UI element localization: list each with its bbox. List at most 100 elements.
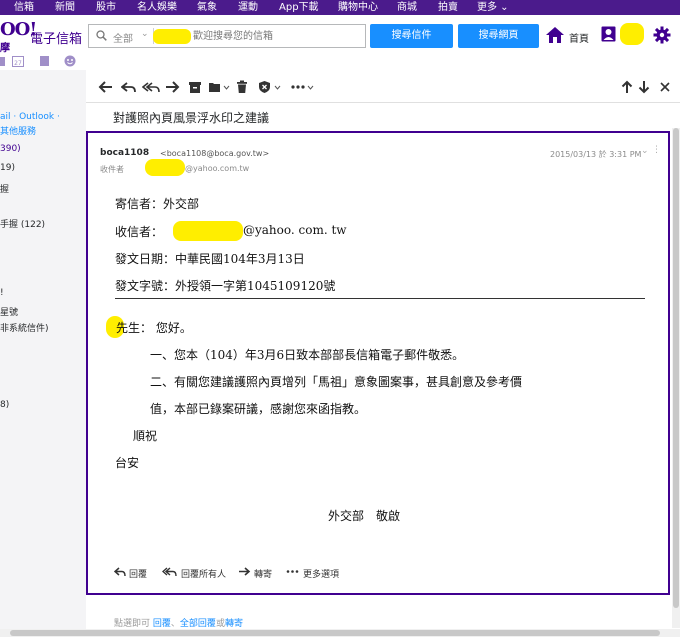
home-link[interactable]: 首頁 — [569, 30, 589, 45]
nav-item-celebrity[interactable]: 名人娛樂 — [137, 1, 177, 14]
archive-icon[interactable] — [188, 80, 202, 94]
nav-item-weather[interactable]: 氣象 — [197, 1, 217, 14]
spam-shield-icon[interactable] — [258, 80, 282, 94]
reply-all-label: 回覆所有人 — [181, 570, 227, 580]
vertical-scroll-thumb[interactable] — [673, 128, 679, 608]
reply-all-action[interactable]: 回覆所有人 — [162, 567, 226, 580]
next-message-icon[interactable] — [638, 80, 650, 94]
redaction-mark — [153, 29, 191, 44]
nav-item-sports[interactable]: 運動 — [238, 1, 258, 14]
hint-reply-link[interactable]: 回覆 — [153, 619, 171, 629]
letter-greeting: 先生： 您好。 — [116, 321, 192, 335]
letter-sender-line: 寄信者：外交部 — [115, 197, 200, 211]
vertical-scrollbar[interactable] — [672, 128, 680, 628]
message-more-icon[interactable]: ⋮ — [652, 145, 661, 155]
nav-item-news[interactable]: 新聞 — [55, 1, 75, 14]
sidebar-item-other-services[interactable]: 其他服務 — [0, 124, 36, 137]
message-toolbar — [86, 74, 680, 100]
sidebar-item-inbox-count[interactable]: 390) — [0, 144, 21, 154]
profile-icon[interactable] — [601, 26, 616, 42]
move-folder-icon[interactable] — [208, 80, 230, 94]
close-icon[interactable] — [659, 80, 671, 94]
recipient-label: 收件者 — [100, 165, 124, 174]
letter-signature: 外交部 敬啟 — [328, 509, 401, 523]
letter-recipient-label: 收信者： — [115, 225, 164, 239]
forward-icon — [239, 567, 251, 576]
forward-label: 轉寄 — [254, 570, 273, 580]
letter-date-line: 發文日期：中華民國104年3月13日 — [115, 252, 305, 266]
product-name: 電子信箱 — [30, 32, 83, 47]
search-input[interactable] — [193, 28, 361, 44]
more-options-icon — [286, 570, 299, 573]
nav-item-shopping[interactable]: 購物中心 — [338, 1, 378, 14]
nav-item-app-download[interactable]: App下載 — [279, 1, 319, 14]
sidebar-item-other-accounts[interactable]: ail · Outlook · — [0, 112, 60, 122]
top-nav-bar: 信箱 新聞 股市 名人娛樂 氣象 運動 App下載 購物中心 商城 拍賣 更多 … — [0, 0, 680, 15]
hint-forward-link[interactable]: 轉寄 — [225, 619, 243, 629]
sidebar-item-folder[interactable]: 8) — [0, 400, 9, 410]
letter-closing-2: 台安 — [115, 456, 140, 470]
back-icon[interactable] — [98, 80, 114, 94]
message-subject: 對護照內頁風景浮水印之建議 — [113, 111, 270, 125]
svg-text:27: 27 — [14, 60, 22, 67]
hint-prefix: 點選即可 — [114, 619, 151, 629]
sidebar-item-folder[interactable]: ! — [0, 288, 4, 298]
sidebar-item-non-system[interactable]: 非系統信件) — [0, 321, 49, 334]
search-web-button[interactable]: 搜尋網頁 — [458, 24, 539, 48]
search-icon — [96, 30, 107, 41]
forward-icon[interactable] — [164, 80, 180, 94]
more-options-icon[interactable] — [290, 80, 316, 94]
notepad-icon[interactable] — [39, 55, 50, 67]
sidebar-item-folder[interactable]: 握 — [0, 182, 9, 195]
sender-name[interactable]: boca1108 — [100, 148, 149, 158]
forward-action[interactable]: 轉寄 — [238, 567, 272, 580]
previous-message-icon[interactable] — [621, 80, 633, 94]
hint-reply-all-link[interactable]: 全部回覆 — [180, 619, 216, 629]
delete-icon[interactable] — [236, 80, 248, 94]
sidebar-item-folder[interactable]: 19) — [0, 163, 15, 173]
nav-item-auction[interactable]: 拍賣 — [438, 1, 458, 14]
mail-app-icon[interactable] — [0, 55, 6, 67]
search-box[interactable]: 全部 ⌄ — [88, 24, 366, 48]
more-options-action[interactable]: 更多選項 — [286, 567, 339, 580]
message-card: boca1108 <boca1108@boca.gov.tw> 收件者 @yah… — [86, 131, 670, 595]
sidebar-item-folder[interactable]: 手握 (122) — [0, 217, 45, 230]
search-mail-button[interactable]: 搜尋信件 — [370, 24, 453, 48]
sidebar-item-starred[interactable]: 星號 — [0, 305, 18, 318]
reply-all-icon — [162, 567, 177, 577]
expand-icon[interactable]: ⌄ — [641, 146, 649, 156]
sidebar: ail · Outlook · 其他服務 390) 19) 握 手握 (122)… — [0, 70, 86, 630]
reply-action[interactable]: 回覆 — [114, 567, 147, 580]
app-switcher-bar: 27 — [0, 55, 90, 69]
letter-paragraph-2b: 值，本部已錄案研議，感謝您來函指教。 — [150, 402, 367, 416]
reply-all-icon[interactable] — [142, 80, 160, 94]
reply-label: 回覆 — [129, 570, 148, 580]
nav-item-stocks[interactable]: 股市 — [96, 1, 116, 14]
calendar-icon[interactable]: 27 — [12, 55, 24, 67]
nav-item-mail[interactable]: 信箱 — [14, 1, 34, 14]
letter-paragraph-1: 一、您本（104）年3月6日致本部部長信箱電子郵件敬悉。 — [150, 348, 465, 362]
subject-bar: 對護照內頁風景浮水印之建議 — [86, 102, 680, 128]
nav-item-more[interactable]: 更多 ⌄ — [477, 1, 509, 14]
horizontal-scroll-thumb[interactable] — [10, 630, 660, 636]
more-options-label: 更多選項 — [303, 570, 340, 580]
gear-icon[interactable] — [653, 26, 671, 44]
hint-separator: 、 — [170, 619, 180, 629]
chevron-down-icon[interactable]: ⌄ — [141, 29, 149, 39]
nav-item-mall[interactable]: 商城 — [397, 1, 417, 14]
letter-paragraph-2a: 二、有關您建議護照內頁增列「馬祖」意象圖案事，甚具創意及參考價 — [150, 375, 523, 389]
redaction-mark — [620, 23, 644, 45]
sender-email: <boca1108@boca.gov.tw> — [160, 149, 270, 158]
reply-icon — [114, 567, 126, 577]
horizontal-scrollbar[interactable] — [0, 629, 680, 637]
hint-or: 或 — [215, 619, 225, 629]
letter-divider — [115, 298, 645, 299]
letter-closing-1: 順祝 — [133, 429, 158, 443]
letter-recipient-email: @yahoo. com. tw — [243, 223, 347, 237]
yahoo-logo-sub: 摩 — [0, 43, 10, 54]
messenger-icon[interactable] — [64, 55, 76, 67]
message-date: 2015/03/13 於 3:31 PM — [550, 150, 642, 159]
reply-icon[interactable] — [121, 80, 137, 94]
home-icon[interactable] — [545, 26, 565, 44]
search-scope[interactable]: 全部 — [113, 30, 133, 45]
